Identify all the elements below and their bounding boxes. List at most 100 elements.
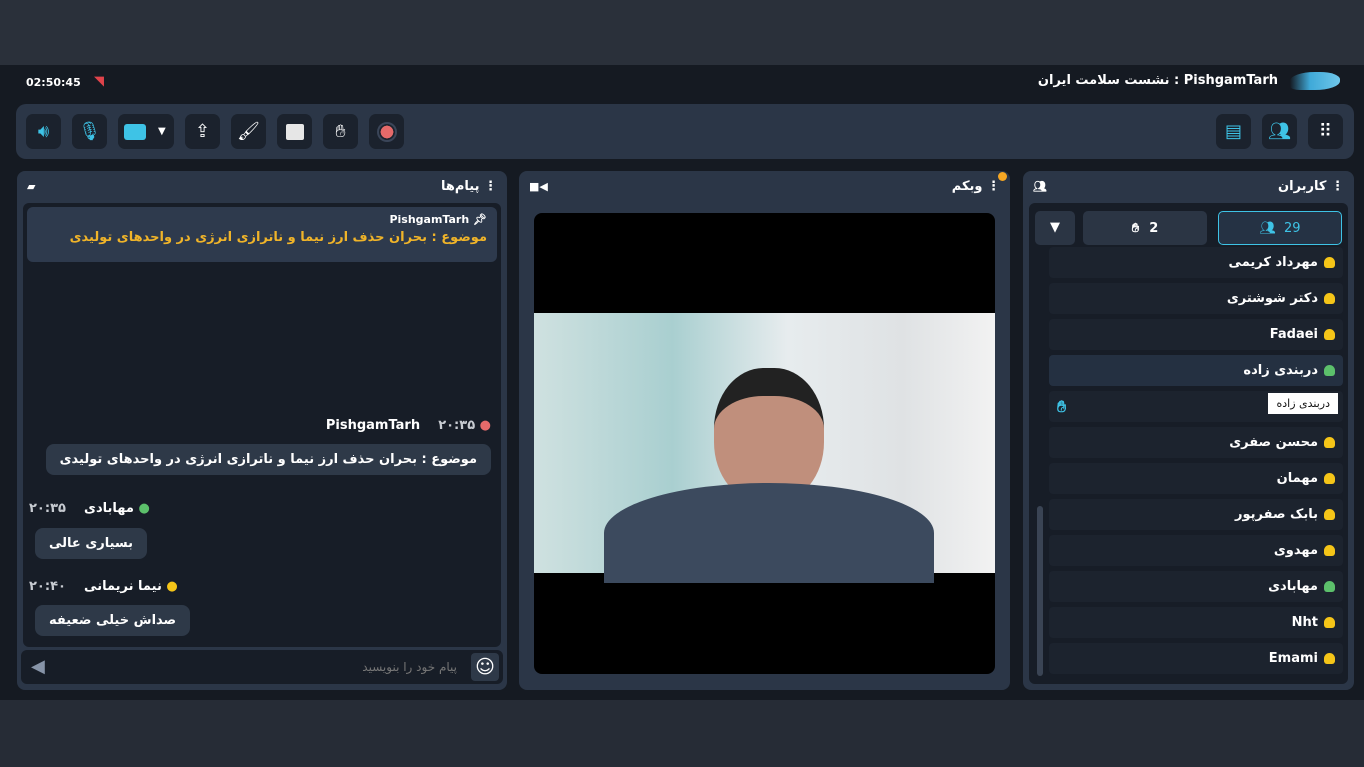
camera-icon: ■◀ xyxy=(529,179,548,193)
user-status-icon xyxy=(1324,509,1335,520)
video-frame xyxy=(534,213,995,674)
meeting-title: PishgamTarh : نشست سلامت ایران xyxy=(1037,73,1278,88)
messages-list: 📌︎ PishgamTarh موضوع : بحران حذف ارز نیم… xyxy=(23,203,501,647)
camera-icon xyxy=(124,123,146,140)
message-time: ۲۰:۳۵ xyxy=(438,418,476,433)
message-header: ● مهابادی ۲۰:۳۵ xyxy=(29,501,150,516)
notification-dot xyxy=(998,172,1007,181)
user-icon: ● xyxy=(138,501,150,516)
user-name: مهرداد کریمی xyxy=(1228,255,1318,270)
pinned-sender: PishgamTarh xyxy=(389,213,470,226)
bottom-band xyxy=(0,700,1364,767)
logo-icon xyxy=(1290,72,1340,90)
user-icon: ● xyxy=(166,579,178,594)
host-user-icon: ● xyxy=(479,418,491,433)
user-item[interactable]: Nht xyxy=(1049,607,1343,638)
user-name: Nht xyxy=(1291,615,1318,630)
message-sender: نیما نریمانی xyxy=(84,579,162,594)
user-tooltip: دربندی زاده xyxy=(1268,393,1338,414)
user-item[interactable]: Emami xyxy=(1049,643,1343,674)
user-status-icon xyxy=(1324,329,1335,340)
pin-icon: 📌︎ xyxy=(473,213,487,226)
raise-hand-icon[interactable]: ✋︎ xyxy=(323,114,358,149)
panel-menu-icon[interactable]: ⋮ xyxy=(1331,179,1344,194)
user-item[interactable]: مهرداد کریمی xyxy=(1049,247,1343,278)
message-header: ● PishgamTarh ۲۰:۳۵ xyxy=(326,418,491,433)
chat-icon: ▰ xyxy=(27,179,36,193)
message-bubble: صداش خیلی ضعیفه xyxy=(35,605,191,636)
filter-button[interactable]: ▼ xyxy=(1035,211,1075,245)
message-composer: ◀ ☺ xyxy=(21,650,503,684)
user-item[interactable]: مهدوی xyxy=(1049,535,1343,566)
message-sender: مهابادی xyxy=(84,501,134,516)
pinned-message: 📌︎ PishgamTarh موضوع : بحران حذف ارز نیم… xyxy=(27,207,497,262)
users-title: کاربران xyxy=(1278,178,1327,194)
chat-icon[interactable]: ▤ xyxy=(1216,114,1251,149)
user-item[interactable]: بابک صفرپور xyxy=(1049,499,1343,530)
user-item[interactable]: دکتر شوشتری xyxy=(1049,283,1343,314)
panel-menu-icon[interactable]: ⋮ xyxy=(484,179,497,194)
user-name: Fadaei xyxy=(1269,327,1318,342)
record-icon[interactable] xyxy=(369,114,404,149)
user-status-icon xyxy=(1324,473,1335,484)
dropdown-icon[interactable]: ▼ xyxy=(158,126,166,137)
webcam-panel: ■◀ ⋮ وبکم xyxy=(519,171,1010,690)
users-panel: 👥︎ ⋮ کاربران 👥︎ 29 ✋︎ 2 ▼ مهرداد کریمی دکتر … xyxy=(1023,171,1354,690)
user-item[interactable]: محسن صفری xyxy=(1049,427,1343,458)
scrollbar[interactable] xyxy=(1037,506,1043,676)
user-status-icon xyxy=(1324,653,1335,664)
users-icon: 👥︎ xyxy=(1259,220,1276,236)
message-input[interactable] xyxy=(61,654,461,680)
send-icon[interactable]: ◀ xyxy=(31,656,45,677)
connection-icon: ◥ xyxy=(94,74,104,89)
user-status-icon xyxy=(1324,365,1335,376)
user-item[interactable]: مهمان xyxy=(1049,463,1343,494)
folder-icon[interactable] xyxy=(277,114,312,149)
user-item[interactable]: مهابادی xyxy=(1049,571,1343,602)
messages-title: پیام‌ها xyxy=(440,178,480,194)
share-screen-icon[interactable]: ⇪ xyxy=(185,114,220,149)
user-name: بابک صفرپور xyxy=(1234,507,1318,522)
top-band xyxy=(0,0,1364,65)
raised-hands-tab[interactable]: ✋︎ 2 xyxy=(1083,211,1207,245)
user-name: مهابادی xyxy=(1268,579,1318,594)
pinned-text: موضوع : بحران حذف ارز نیما و ناترازی انر… xyxy=(69,230,487,245)
camera-button[interactable]: ▼ xyxy=(118,114,174,149)
messages-panel: ▰ ⋮ پیام‌ها 📌︎ PishgamTarh موضوع : بحران … xyxy=(17,171,507,690)
message-sender: PishgamTarh xyxy=(325,418,421,433)
user-name: دکتر شوشتری xyxy=(1226,291,1318,306)
users-list: 👥︎ 29 ✋︎ 2 ▼ مهرداد کریمی دکتر شوشتری Fadaei… xyxy=(1029,203,1348,684)
user-name: محسن صفری xyxy=(1229,435,1318,450)
users-count-tab[interactable]: 👥︎ 29 xyxy=(1218,211,1342,245)
user-name: دربندی زاده xyxy=(1243,363,1318,378)
emoji-icon[interactable]: ☺ xyxy=(471,653,499,681)
toolbar: 🔊︎ 🎙︎ ▼ ⇪ 🖌︎ ✋︎ ▤ 👥︎ ⠿ xyxy=(16,104,1354,159)
webcam-video xyxy=(534,313,995,583)
webcam-title: وبکم xyxy=(951,178,983,194)
user-name: Emami xyxy=(1268,651,1318,666)
user-status-icon xyxy=(1324,437,1335,448)
message-bubble: بسیاری عالی xyxy=(35,528,148,559)
user-status-icon xyxy=(1324,257,1335,268)
user-status-icon xyxy=(1324,617,1335,628)
message-time: ۲۰:۳۵ xyxy=(29,501,66,516)
user-name: مهدوی xyxy=(1273,543,1318,558)
mic-icon[interactable]: 🎙︎ xyxy=(72,114,107,149)
panel-menu-icon[interactable]: ⋮ xyxy=(987,179,1000,194)
message-bubble: موضوع : بحران حذف ارز نیما و ناترازی انر… xyxy=(45,444,491,475)
brush-icon[interactable]: 🖌︎ xyxy=(231,114,266,149)
grid-icon[interactable]: ⠿ xyxy=(1308,114,1343,149)
user-status-icon xyxy=(1324,545,1335,556)
speaker-icon[interactable]: 🔊︎ xyxy=(26,114,61,149)
user-status-icon xyxy=(1324,581,1335,592)
user-name: مهمان xyxy=(1276,471,1318,486)
users-icon: 👥︎ xyxy=(1033,179,1047,193)
user-item[interactable]: دربندی زاده xyxy=(1049,355,1343,386)
message-time: ۲۰:۴۰ xyxy=(29,579,66,594)
users-count: 29 xyxy=(1283,220,1301,236)
raised-hand-icon: ✋︎ xyxy=(1057,396,1067,416)
users-icon[interactable]: 👥︎ xyxy=(1262,114,1297,149)
clock: 02:50:45 xyxy=(26,76,81,89)
user-item[interactable]: Fadaei xyxy=(1049,319,1343,350)
user-status-icon xyxy=(1324,293,1335,304)
